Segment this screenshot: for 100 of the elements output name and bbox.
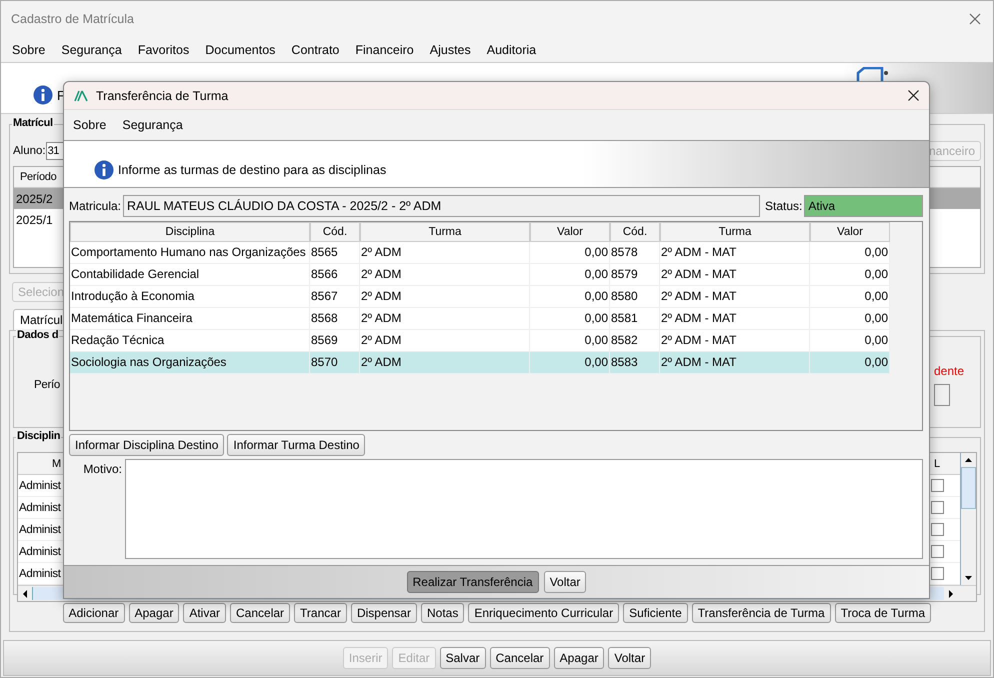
table-cell: 8581 [610,308,660,329]
menu-item[interactable]: Segurança [61,42,122,56]
action-button[interactable]: Trancar [294,603,347,623]
table-cell: 0,00 [810,286,890,307]
table-cell: Administ [18,502,61,514]
menu-item[interactable]: Sobre [12,42,46,56]
table-cell: 8578 [610,242,660,263]
table-cell: 2º ADM - MAT [660,264,810,285]
table-cell: 0,00 [530,286,610,307]
table-cell: 2º ADM [360,308,530,329]
table-cell: 2º ADM - MAT [660,286,810,307]
close-icon[interactable] [908,90,919,101]
column-header: Cód. [310,222,360,242]
table-row[interactable]: Sociologia nas Organizações 8570 2º ADM 0,00 8583 2º ADM - MAT 0,00 [70,352,890,374]
checkbox[interactable] [931,501,944,514]
table-cell: 0,00 [530,242,610,263]
vertical-scrollbar[interactable] [960,453,976,585]
table-cell: 8580 [610,286,660,307]
action-button[interactable]: Dispensar [350,603,417,623]
table-cell: 8570 [310,352,360,373]
column-header: Turma [660,222,810,242]
table-row[interactable]: Redação Técnica 8569 2º ADM 0,00 8582 2º ADM - MAT 0,00 [70,330,890,352]
action-button[interactable]: Notas [420,603,464,623]
column-header: Valor [530,222,610,242]
action-button[interactable]: Transferência de Turma [692,603,831,623]
table-cell: Introdução à Economia [70,286,310,307]
table-cell: 8567 [310,286,360,307]
table-cell: 0,00 [530,352,610,373]
table-cell: Matemática Financeira [70,308,310,329]
table-cell: Administ [18,546,61,558]
table-cell: 2º ADM - MAT [660,330,810,351]
table-row[interactable]: Matemática Financeira 8568 2º ADM 0,00 8581 2º ADM - MAT 0,00 [70,308,890,330]
reason-field[interactable] [125,459,923,559]
action-button[interactable]: Adicionar [62,603,125,623]
group-title: Dados d [16,329,60,341]
table-cell: 0,00 [530,330,610,351]
group-title: Matrícul [12,117,54,129]
checkbox[interactable] [931,479,944,492]
action-button[interactable]: Ativar [183,603,226,623]
table-cell: 2º ADM [360,242,530,263]
table-cell: Administ [18,568,61,580]
table-cell: 8568 [310,308,360,329]
action-button[interactable]: Apagar [128,603,180,623]
table-cell: Administ [18,524,61,536]
table-cell: Sociologia nas Organizações [70,352,310,373]
menu-item[interactable]: Contrato [291,42,340,56]
status-text: dente [934,364,964,378]
input-field[interactable] [934,384,950,406]
action-button[interactable]: Informar Disciplina Destino [69,434,224,456]
table-row[interactable]: Comportamento Humano nas Organizações 8565 2º ADM 0,00 8578 2º ADM - MAT 0,00 [70,242,890,264]
table-cell: Contabilidade Gerencial [70,264,310,285]
menu-item[interactable]: Financeiro [355,42,414,56]
table-row[interactable]: Contabilidade Gerencial 8566 2º ADM 0,00 8579 2º ADM - MAT 0,00 [70,264,890,286]
column-header: Turma [360,222,530,242]
period-label: Perío [34,379,60,391]
action-button[interactable]: Informar Turma Destino [227,434,366,456]
info-icon [33,85,53,105]
footer-button[interactable]: Voltar [608,647,652,669]
info-message: Informe as turmas de destino para as disciplinas [118,163,386,177]
table-cell: 2º ADM [360,264,530,285]
menu-item[interactable]: Ajustes [430,42,471,56]
menu-item[interactable]: Segurança [122,118,183,132]
action-button[interactable]: Troca de Turma [834,603,931,623]
table-cell: 8582 [610,330,660,351]
footer-button[interactable]: Apagar [554,647,604,669]
reason-label: Motivo: [82,461,122,478]
window-title: Cadastro de Matrícula [11,12,135,26]
column-header: Período [19,171,56,183]
dialog-button[interactable]: Voltar [544,571,586,593]
checkbox[interactable] [931,523,944,536]
column-header: M [51,458,62,470]
action-button[interactable]: Cancelar [230,603,290,623]
action-button[interactable]: Enriquecimento Curricular [468,603,620,623]
table-cell: Administ [18,480,61,492]
footer-button[interactable]: Salvar [440,647,486,669]
table-cell: 0,00 [530,264,610,285]
student-label: Aluno: [13,145,46,157]
info-icon [94,160,114,180]
table-cell: 2º ADM - MAT [660,352,810,373]
checkbox[interactable] [931,567,944,580]
table-cell: 0,00 [810,308,890,329]
action-button[interactable]: Suficiente [623,603,688,623]
enrollment-field[interactable]: RAUL MATEUS CLÁUDIO DA COSTA - 2025/2 - 2º ADM [123,195,760,217]
menu-item[interactable]: Documentos [205,42,276,56]
table-cell: 0,00 [530,308,610,329]
menu-item[interactable]: Favoritos [138,42,190,56]
footer-button[interactable]: Cancelar [490,647,550,669]
status-field[interactable]: Ativa [804,195,923,217]
column-header: Cód. [610,222,660,242]
menu-item[interactable]: Sobre [73,118,106,132]
table-cell: 8569 [310,330,360,351]
table-cell: 0,00 [810,352,890,373]
status-label: Status: [765,199,802,213]
table-row[interactable]: Introdução à Economia 8567 2º ADM 0,00 8580 2º ADM - MAT 0,00 [70,286,890,308]
table-cell: 2º ADM [360,352,530,373]
table-cell: 8579 [610,264,660,285]
dialog-button[interactable]: Realizar Transferência [406,571,539,593]
menu-item[interactable]: Auditoria [486,42,536,56]
checkbox[interactable] [931,545,944,558]
column-header: L [933,458,942,470]
